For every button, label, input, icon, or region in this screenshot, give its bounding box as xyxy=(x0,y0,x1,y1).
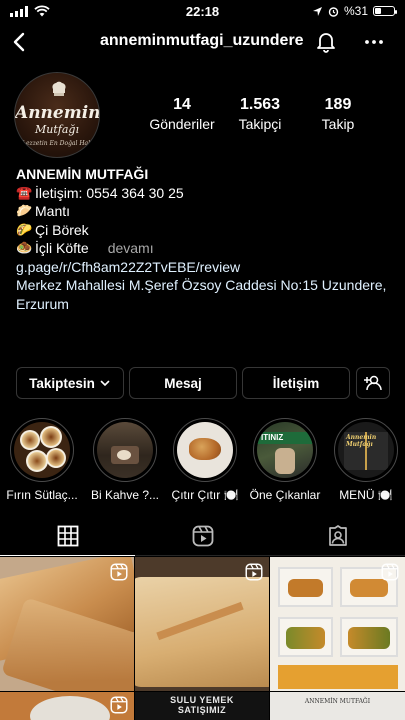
highlight-label: MENÜ 🍽️ xyxy=(339,488,393,502)
wifi-icon xyxy=(34,5,50,17)
signal-icon xyxy=(10,5,28,17)
post-thumbnail[interactable]: SULU YEMEK SATIŞIMIZ xyxy=(135,692,269,720)
contact-button-label: İletişim xyxy=(272,375,320,391)
profile-avatar[interactable]: Annemin Mutfağı Lezzetin En Doğal Hali xyxy=(14,72,100,158)
post-thumbnail[interactable] xyxy=(0,557,134,691)
falafel-icon: 🧆 xyxy=(16,240,33,255)
dumpling-icon: 🥟 xyxy=(16,203,33,218)
highlight-cover xyxy=(177,422,233,478)
post-thumbnail[interactable]: ANNEMİN MUTFAĞI xyxy=(270,692,405,720)
highlight-ring: Annemin Mutfağı xyxy=(334,418,398,482)
tagged-person-icon xyxy=(328,525,347,546)
tab-reels[interactable] xyxy=(135,516,270,556)
avatar-logo-tagline: Lezzetin En Doğal Hali xyxy=(22,140,92,147)
bio-line-contact: ☎️ İletişim: 0554 364 30 25 xyxy=(16,184,396,203)
profile-content-tabs xyxy=(0,516,405,556)
stat-followers-label: Takipçi xyxy=(238,116,282,132)
highlight-cover-text: ITINIZ xyxy=(261,433,284,442)
posts-grid: SULU YEMEK SATIŞIMIZ ANNEMİN MUTFAĞI xyxy=(0,557,405,720)
highlight-menu[interactable]: Annemin Mutfağı MENÜ 🍽️ xyxy=(333,418,399,502)
telephone-icon: ☎️ xyxy=(16,184,33,200)
battery-icon xyxy=(373,6,397,16)
chef-logo-icon xyxy=(52,81,66,96)
bio-line-cibore: 🌮 Çi Börek xyxy=(16,221,396,240)
reels-icon xyxy=(192,525,213,547)
profile-bio: ANNEMİN MUTFAĞI ☎️ İletişim: 0554 364 30… xyxy=(16,165,396,313)
avatar-logo-line1: Annemin xyxy=(15,103,100,123)
highlight-firin-sutlac[interactable]: Fırın Sütlaç... xyxy=(6,418,78,502)
bio-line-icli-kofte: 🧆 İçli Köfte devamı xyxy=(16,239,396,258)
stat-followers-value: 1.563 xyxy=(239,96,281,113)
post-thumbnail[interactable] xyxy=(135,557,269,691)
highlight-label: Fırın Sütlaç... xyxy=(6,488,78,502)
status-time: 22:18 xyxy=(185,3,220,19)
highlight-ring xyxy=(173,418,237,482)
profile-username: anneminmutfagi_uzundere xyxy=(100,32,304,49)
alarm-icon xyxy=(328,6,339,17)
highlight-label: Öne Çıkanlar xyxy=(249,488,321,502)
reel-indicator-icon xyxy=(110,563,128,581)
grid-icon xyxy=(57,525,78,546)
highlight-cover: Annemin Mutfağı xyxy=(338,422,394,478)
stat-following-label: Takip xyxy=(321,116,355,132)
highlight-ring: ITINIZ xyxy=(253,418,317,482)
message-button-label: Mesaj xyxy=(164,375,202,391)
following-button[interactable]: Takiptesin xyxy=(16,367,124,399)
stat-followers[interactable]: 1.563 Takipçi xyxy=(220,96,300,132)
bio-line-text: İçli Köfte xyxy=(35,240,89,256)
taco-icon: 🌮 xyxy=(16,221,33,237)
message-button[interactable]: Mesaj xyxy=(129,367,237,399)
highlight-ring xyxy=(10,418,74,482)
post-thumbnail[interactable] xyxy=(270,557,405,691)
bio-more-link[interactable]: devamı xyxy=(108,239,154,258)
bio-line-text: Mantı xyxy=(35,203,71,219)
chevron-down-icon xyxy=(100,380,110,387)
back-arrow-icon[interactable] xyxy=(8,30,32,54)
stat-following[interactable]: 189 Takip xyxy=(298,96,378,132)
stat-posts[interactable]: 14 Gönderiler xyxy=(142,96,222,132)
following-button-label: Takiptesin xyxy=(29,375,95,391)
add-person-icon xyxy=(364,375,382,391)
stat-following-value: 189 xyxy=(324,96,352,113)
reel-indicator-icon xyxy=(381,563,399,581)
highlight-ring xyxy=(93,418,157,482)
tab-posts-grid[interactable] xyxy=(0,516,135,556)
reel-indicator-icon xyxy=(110,696,128,714)
highlight-cover xyxy=(14,422,70,478)
post-caption-brand: ANNEMİN MUTFAĞI xyxy=(304,698,371,705)
stat-posts-value: 14 xyxy=(173,96,191,113)
contact-button[interactable]: İletişim xyxy=(242,367,350,399)
highlight-label: Bi Kahve ?... xyxy=(90,488,160,502)
tab-tagged[interactable] xyxy=(270,516,405,556)
reel-indicator-icon xyxy=(245,563,263,581)
bio-line-text: İletişim: 0554 364 30 25 xyxy=(35,184,184,201)
profile-header: anneminmutfagi_uzundere xyxy=(0,22,405,62)
location-arrow-icon xyxy=(312,6,322,16)
suggest-people-button[interactable] xyxy=(356,367,390,399)
bio-address[interactable]: Merkez Mahallesi M.Şeref Özsoy Caddesi N… xyxy=(16,276,396,313)
post-caption-line2: SATIŞIMIZ xyxy=(177,705,227,715)
status-bar: 22:18 %31 xyxy=(0,0,405,22)
highlight-cover xyxy=(97,422,153,478)
bio-line-text: Çi Börek xyxy=(35,221,89,238)
highlight-label: Çıtır Çıtır 🍽️ xyxy=(171,488,239,502)
avatar-logo-line2: Mutfağı xyxy=(35,123,79,136)
bio-line-manti: 🥟 Mantı xyxy=(16,202,396,221)
more-options-icon[interactable] xyxy=(362,30,386,54)
post-caption-line1: SULU YEMEK xyxy=(170,695,234,705)
post-thumbnail[interactable] xyxy=(0,692,134,720)
bio-website-link[interactable]: g.page/r/Cfh8am22Z2TvEBE/review xyxy=(16,258,396,277)
battery-percent: %31 xyxy=(343,4,368,18)
highlight-one-cikanlar[interactable]: ITINIZ Öne Çıkanlar xyxy=(250,418,320,502)
bell-icon[interactable] xyxy=(314,29,338,53)
highlight-cover-text: Annemin Mutfağı xyxy=(346,434,377,448)
highlight-bi-kahve[interactable]: Bi Kahve ?... xyxy=(91,418,159,502)
highlight-citir-citir[interactable]: Çıtır Çıtır 🍽️ xyxy=(172,418,238,502)
highlight-cover: ITINIZ xyxy=(257,422,313,478)
profile-action-buttons: Takiptesin Mesaj İletişim xyxy=(16,367,390,399)
bio-name: ANNEMİN MUTFAĞI xyxy=(16,166,149,182)
stat-posts-label: Gönderiler xyxy=(149,116,215,132)
